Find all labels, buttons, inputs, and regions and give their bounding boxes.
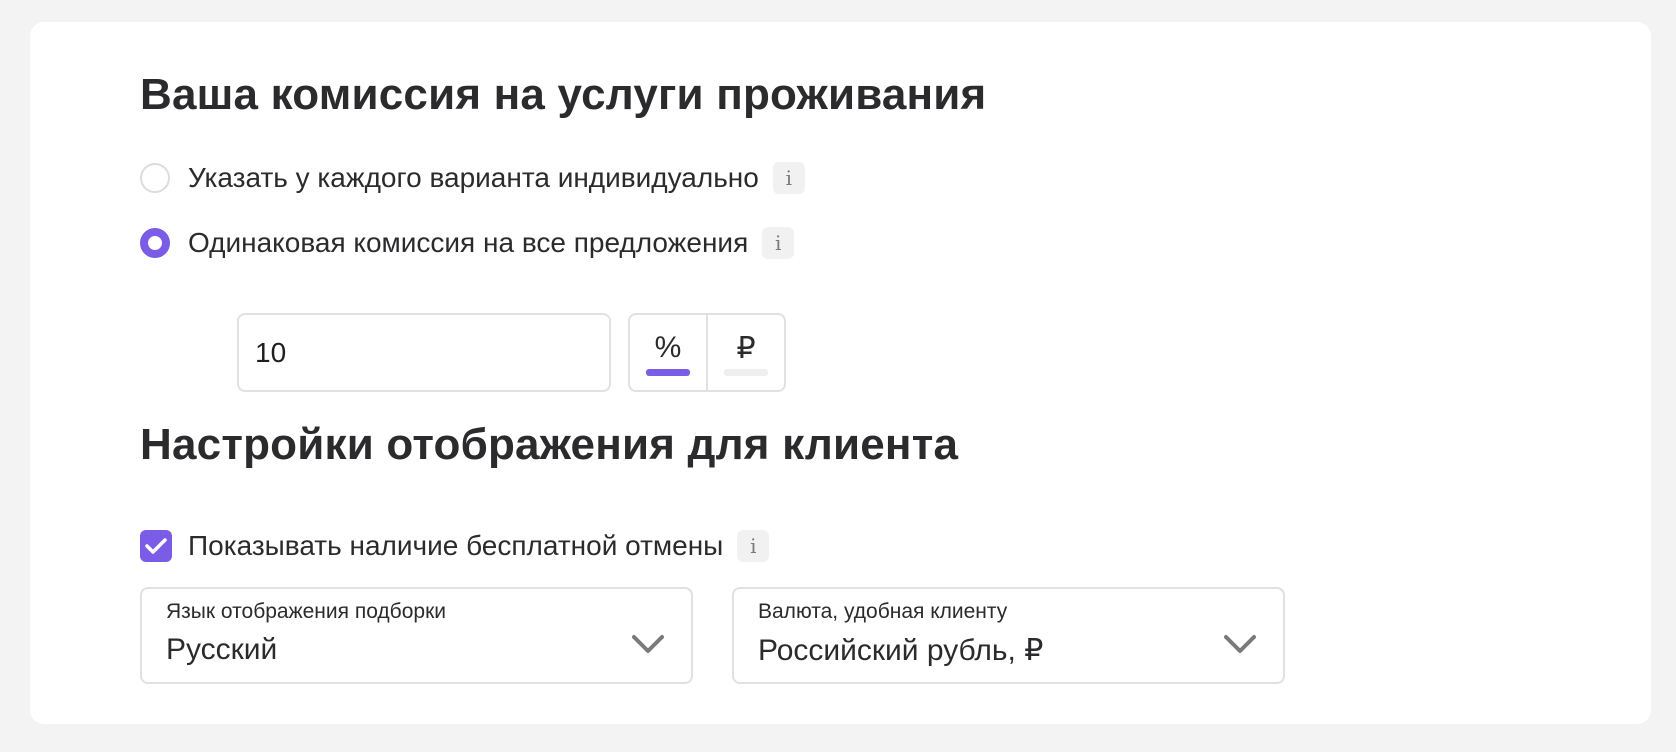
info-icon[interactable]: i [737, 530, 770, 562]
unit-ruble-label: ₽ [736, 332, 756, 365]
check-icon [145, 538, 167, 554]
unit-ruble-button[interactable]: ₽ [706, 315, 784, 390]
unit-ruble-indicator [724, 369, 768, 376]
commission-unit-switch: % ₽ [628, 313, 786, 392]
chevron-down-icon[interactable] [631, 633, 665, 655]
commission-option-same-label: Одинаковая комиссия на все предложения [188, 227, 749, 258]
commission-option-same[interactable]: Одинаковая комиссия на все предложения i [140, 223, 795, 263]
commission-amount-value: 10 [255, 336, 287, 368]
commission-amount-input[interactable]: 10 [237, 313, 611, 392]
unit-percent-button[interactable]: % [630, 315, 706, 390]
free-cancel-checkbox[interactable] [140, 530, 172, 562]
free-cancel-label: Показывать наличие бесплатной отмены [188, 530, 724, 561]
unit-percent-indicator [646, 369, 690, 376]
settings-content: Ваша комиссия на услуги проживания Указа… [110, 22, 1651, 724]
settings-card: Ваша комиссия на услуги проживания Указа… [30, 22, 1651, 724]
language-select-value: Русский [166, 633, 278, 666]
radio-individual[interactable] [140, 163, 170, 193]
info-icon[interactable]: i [762, 227, 795, 259]
currency-select[interactable]: Валюта, удобная клиенту Российский рубль… [732, 587, 1285, 684]
commission-option-individual-label: Указать у каждого варианта индивидуально [188, 162, 759, 193]
currency-select-value: Российский рубль, ₽ [758, 634, 1044, 667]
radio-same[interactable] [140, 228, 170, 258]
language-select-caption: Язык отображения подборки [166, 600, 446, 623]
display-settings-title: Настройки отображения для клиента [140, 420, 959, 469]
currency-select-caption: Валюта, удобная клиенту [758, 600, 1008, 623]
free-cancel-option[interactable]: Показывать наличие бесплатной отмены i [140, 526, 770, 566]
commission-title: Ваша комиссия на услуги проживания [140, 70, 987, 119]
commission-option-individual[interactable]: Указать у каждого варианта индивидуально… [140, 158, 805, 198]
info-icon[interactable]: i [772, 162, 805, 194]
chevron-down-icon[interactable] [1223, 633, 1257, 655]
language-select[interactable]: Язык отображения подборки Русский [140, 587, 693, 684]
unit-percent-label: % [654, 331, 682, 364]
